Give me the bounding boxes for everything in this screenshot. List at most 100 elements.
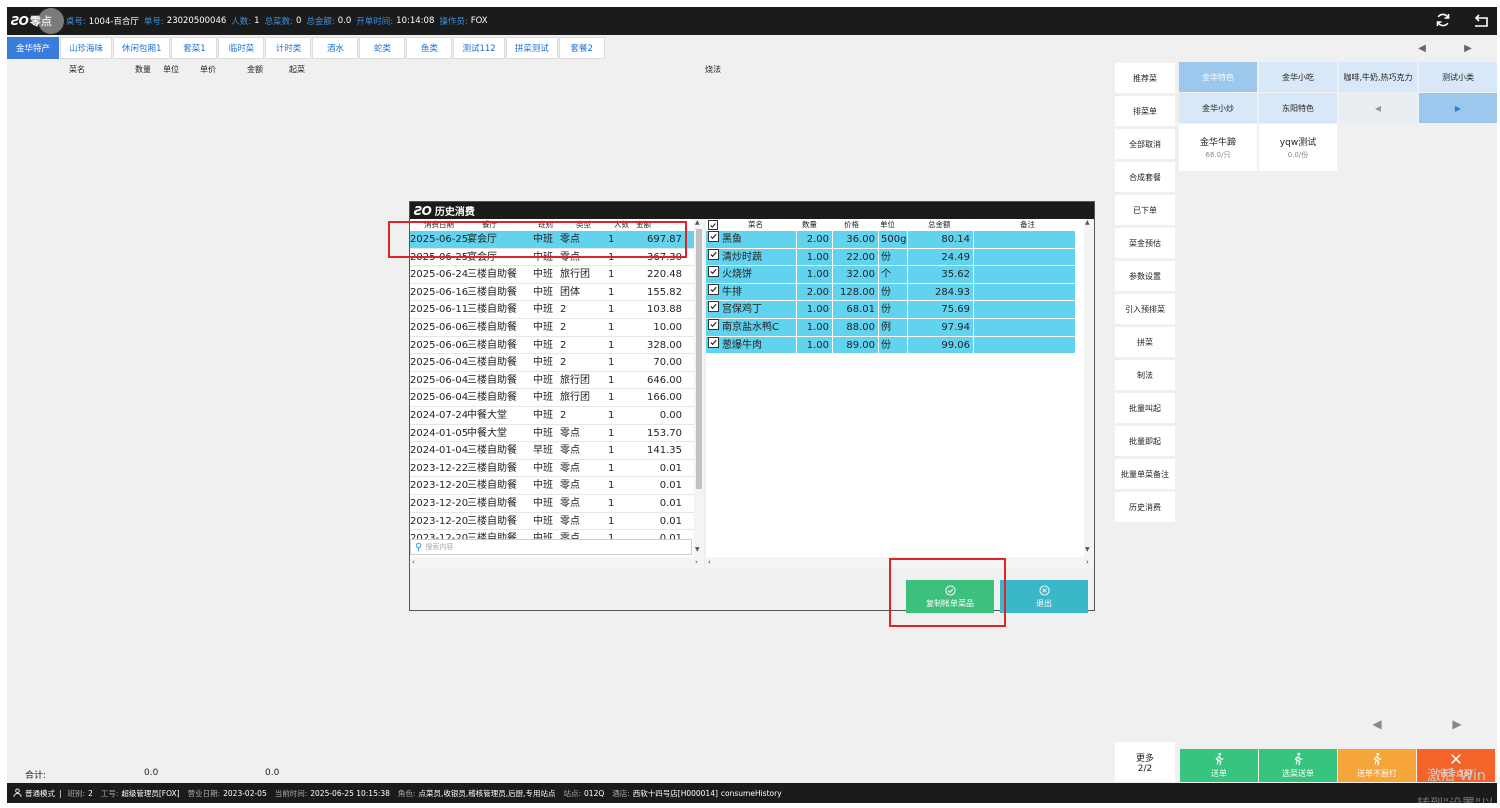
history-row[interactable]: 2025-06-06 三楼自助餐 中班 2 1 10.00 xyxy=(410,319,694,337)
history-hscroll[interactable]: ‹ › xyxy=(410,557,704,568)
row-checkbox[interactable] xyxy=(708,248,719,260)
scroll-left-icon[interactable]: ‹ xyxy=(708,558,711,566)
dish-prev-icon[interactable]: ◀ xyxy=(1339,701,1415,747)
row-checkbox[interactable] xyxy=(708,301,719,313)
dialog-title: 历史消费 xyxy=(434,207,475,218)
function-button[interactable]: 推荐菜 xyxy=(1115,63,1175,93)
row-checkbox[interactable] xyxy=(708,266,719,278)
scroll-down-icon[interactable]: ▼ xyxy=(1085,546,1090,553)
function-button[interactable]: 已下单 xyxy=(1115,195,1175,225)
scroll-down-icon[interactable]: ▼ xyxy=(695,546,700,553)
dish-row[interactable]: 葱爆牛肉 1.00 89.00 份 99.06 xyxy=(706,336,1076,355)
tab-item[interactable]: 酒水 xyxy=(312,37,359,59)
dish-row[interactable]: 宫保鸡丁 1.00 68.01 份 75.69 xyxy=(706,301,1076,319)
send-order-button[interactable]: 送单 xyxy=(1180,749,1258,782)
function-button[interactable]: 批量叫起 xyxy=(1115,393,1175,423)
dish-card[interactable]: yqw测试 0.0/份 xyxy=(1259,124,1337,171)
history-vscroll[interactable]: ▲ ▼ xyxy=(694,219,704,557)
history-row[interactable]: 2023-12-22 三楼自助餐 中班 零点 1 0.01 xyxy=(410,460,694,478)
dish-next-icon[interactable]: ▶ xyxy=(1419,701,1495,747)
history-row[interactable]: 2025-06-25 宴会厅 中班 零点 1 697.87 xyxy=(410,231,694,249)
tab-item[interactable]: 套餐2 xyxy=(558,37,605,59)
tab-item[interactable]: 山珍海味 xyxy=(60,37,113,59)
function-button[interactable]: 批量即起 xyxy=(1115,426,1175,456)
cell xyxy=(976,248,1076,266)
function-button[interactable]: 拼菜 xyxy=(1115,327,1175,357)
function-button[interactable]: 合成套餐 xyxy=(1115,162,1175,192)
history-row[interactable]: 2024-07-24 中餐大堂 中班 2 1 0.00 xyxy=(410,407,694,425)
tab-item[interactable]: 拼菜测试 xyxy=(505,37,558,59)
tab-item[interactable]: 休闲包厢1 xyxy=(113,37,171,59)
scroll-up-icon[interactable]: ▲ xyxy=(1085,219,1090,226)
tab-item[interactable]: 蛇类 xyxy=(359,37,406,59)
category-jinhua-stirfry[interactable]: 金华小炒 xyxy=(1179,93,1257,123)
category-jinhua-snacks[interactable]: 金华小吃 xyxy=(1259,62,1337,92)
category-test[interactable]: 测试小类 xyxy=(1419,62,1497,92)
history-row[interactable]: 2023-12-20三楼自助餐 中班零点 1 0.01 xyxy=(410,477,694,495)
category-prev-icon[interactable]: ◀ xyxy=(1339,93,1417,123)
scroll-up-icon[interactable]: ▲ xyxy=(695,219,700,226)
scroll-left-icon[interactable]: ‹ xyxy=(412,558,415,566)
tab-item[interactable]: 套菜1 xyxy=(171,37,218,59)
tab-item[interactable]: 测试112 xyxy=(453,37,505,59)
exit-button[interactable]: 退出 xyxy=(1000,580,1088,613)
dish-row[interactable]: 火烧饼 1.00 32.00 个 35.62 xyxy=(706,266,1076,284)
history-row[interactable]: 2025-06-04 三楼自助餐 中班 旅行团 1 646.00 xyxy=(410,372,694,390)
send-no-print-button[interactable]: 送单不厨打 xyxy=(1338,749,1416,782)
function-button[interactable]: 排菜单 xyxy=(1115,96,1175,126)
function-button[interactable]: 引入预排菜 xyxy=(1115,294,1175,324)
category-next-icon[interactable]: ▶ xyxy=(1419,93,1497,123)
row-checkbox[interactable] xyxy=(708,336,719,348)
dish-row[interactable]: 南京盐水鸭C 1.00 88.00 例 97.94 xyxy=(706,319,1076,337)
history-row[interactable]: 2025-06-25 宴会厅 中班 零点 1 367.30 xyxy=(410,249,694,267)
scroll-right-icon[interactable]: › xyxy=(1086,558,1089,566)
tab-item[interactable]: 临时菜 xyxy=(218,37,265,59)
history-search-input[interactable]: ⚲ 搜索内容 xyxy=(410,539,692,555)
tab-next-icon[interactable]: ▶ xyxy=(1445,37,1491,59)
history-row[interactable]: 2023-12-20三楼自助餐 中班零点 1 0.01 xyxy=(410,513,694,531)
row-checkbox[interactable] xyxy=(708,283,719,295)
function-button[interactable]: 历史消费 xyxy=(1115,492,1175,522)
history-row[interactable]: 2025-06-11 三楼自助餐 中班 2 1 103.88 xyxy=(410,301,694,319)
copy-dishes-button[interactable]: 复制帐单菜品 xyxy=(906,580,994,613)
dish-vscroll[interactable]: ▲ ▼ xyxy=(1084,219,1094,557)
row-checkbox[interactable] xyxy=(708,231,719,242)
tab-prev-icon[interactable]: ◀ xyxy=(1399,37,1445,59)
select-all-checkbox[interactable] xyxy=(708,220,718,230)
tab-item[interactable]: 鱼类 xyxy=(406,37,453,59)
cell: 36.00 xyxy=(833,231,879,248)
dish-card[interactable]: 金华牛蹄 66.0/只 xyxy=(1179,124,1257,171)
category-jinhua-special[interactable]: 金华特色 xyxy=(1179,62,1257,92)
cell: 1 xyxy=(608,445,615,457)
more-button[interactable]: 更多 2/2 xyxy=(1115,742,1175,782)
history-row[interactable]: 2025-06-04 三楼自助餐 中班 2 1 70.00 xyxy=(410,354,694,372)
history-row[interactable]: 2025-06-06 三楼自助餐 中班 2 1 328.00 xyxy=(410,337,694,355)
history-row[interactable]: 2024-01-05 中餐大堂 中班 零点 1 153.70 xyxy=(410,425,694,443)
select-send-button[interactable]: 选菜送单 xyxy=(1259,749,1337,782)
scroll-right-icon[interactable]: › xyxy=(695,558,698,566)
history-row[interactable]: 2025-06-04 三楼自助餐 中班 旅行团 1 166.00 xyxy=(410,389,694,407)
function-button[interactable]: 全部取消 xyxy=(1115,129,1175,159)
dish-row[interactable]: 黑鱼 2.00 36.00 500g 80.14 xyxy=(706,231,1076,249)
function-button[interactable]: 制法 xyxy=(1115,360,1175,390)
tab-item[interactable]: 计时类 xyxy=(265,37,312,59)
history-row[interactable]: 2023-12-20三楼自助餐 中班零点 1 0.01 xyxy=(410,495,694,513)
scroll-thumb[interactable] xyxy=(696,229,702,489)
function-button[interactable]: 参数设置 xyxy=(1115,261,1175,291)
logo-icon: ƧO xyxy=(11,14,29,28)
refresh-icon[interactable] xyxy=(1435,12,1451,31)
history-row[interactable]: 2025-06-24 三楼自助餐 中班 旅行团 1 220.48 xyxy=(410,266,694,284)
row-checkbox[interactable] xyxy=(708,319,719,330)
history-row[interactable]: 2025-06-16 三楼自助餐 中班 团体 1 155.82 xyxy=(410,284,694,302)
tab-item[interactable]: 金华特产 xyxy=(7,37,60,59)
history-row[interactable]: 2024-01-04 三楼自助餐 早班 零点 1 141.35 xyxy=(410,442,694,460)
back-icon[interactable] xyxy=(1473,12,1489,31)
dish-row[interactable]: 牛排 2.00 128.00 份 284.93 xyxy=(706,283,1076,302)
dish-row[interactable]: 清炒时蔬 1.00 22.00 份 24.49 xyxy=(706,248,1076,267)
dish-hscroll[interactable]: ‹ › xyxy=(706,557,1094,568)
function-button[interactable]: 菜金预估 xyxy=(1115,228,1175,258)
function-button[interactable]: 批量单菜备注 xyxy=(1115,459,1175,489)
category-coffee[interactable]: 咖啡,牛奶,热巧克力 xyxy=(1339,62,1417,92)
cell: 三楼自助餐 xyxy=(467,286,517,298)
category-dongyang[interactable]: 东阳特色 xyxy=(1259,93,1337,123)
